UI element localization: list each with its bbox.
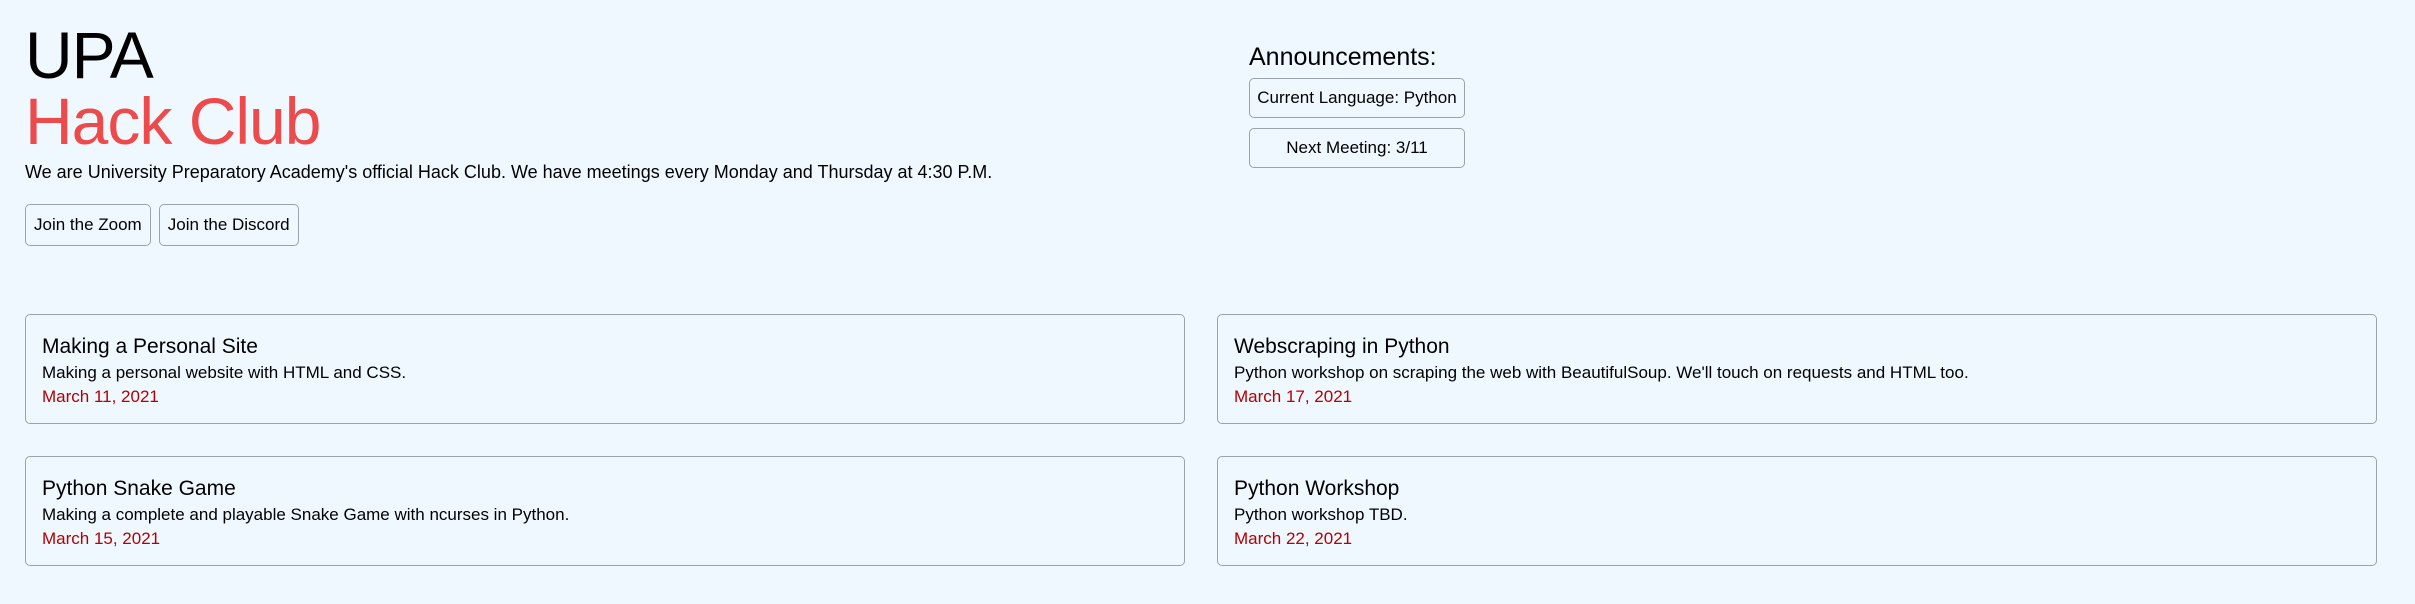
brand-title: UPA Hack Club [25,18,321,158]
workshop-description: Making a complete and playable Snake Gam… [42,505,570,524]
club-description: We are University Preparatory Academy's … [25,162,993,182]
workshop-date: March 22, 2021 [1234,529,1353,548]
brand-title-line1: UPA [25,18,154,92]
workshop-title: Webscraping in Python [1234,335,1450,358]
brand-title-line2: Hack Club [25,84,321,158]
announcements-panel: Announcements: Current Language: Python … [1249,42,1465,178]
workshop-date: March 17, 2021 [1234,387,1353,406]
workshop-description: Python workshop TBD. [1234,505,1408,524]
join-discord-button[interactable]: Join the Discord [158,204,299,246]
workshop-card[interactable]: Making a Personal Site Making a personal… [25,314,1185,424]
workshop-date: March 11, 2021 [42,387,159,406]
workshop-description: Making a personal website with HTML and … [42,363,407,382]
workshop-title: Python Workshop [1234,477,1400,500]
announcements-title: Announcements: [1249,43,1437,71]
announcement-current-language: Current Language: Python [1249,78,1465,118]
page: UPA Hack Club We are University Preparat… [0,0,2415,604]
workshop-card[interactable]: Webscraping in Python Python workshop on… [1217,314,2377,424]
join-zoom-button[interactable]: Join the Zoom [25,204,151,246]
workshop-card[interactable]: Python Snake Game Making a complete and … [25,456,1185,566]
workshop-date: March 15, 2021 [42,529,161,548]
join-links: Join the Zoom Join the Discord [25,204,299,246]
workshop-title: Python Snake Game [42,477,236,500]
workshop-card[interactable]: Python Workshop Python workshop TBD. Mar… [1217,456,2377,566]
workshop-title: Making a Personal Site [42,335,258,358]
announcement-next-meeting: Next Meeting: 3/11 [1249,128,1465,168]
workshop-description: Python workshop on scraping the web with… [1234,363,1969,382]
